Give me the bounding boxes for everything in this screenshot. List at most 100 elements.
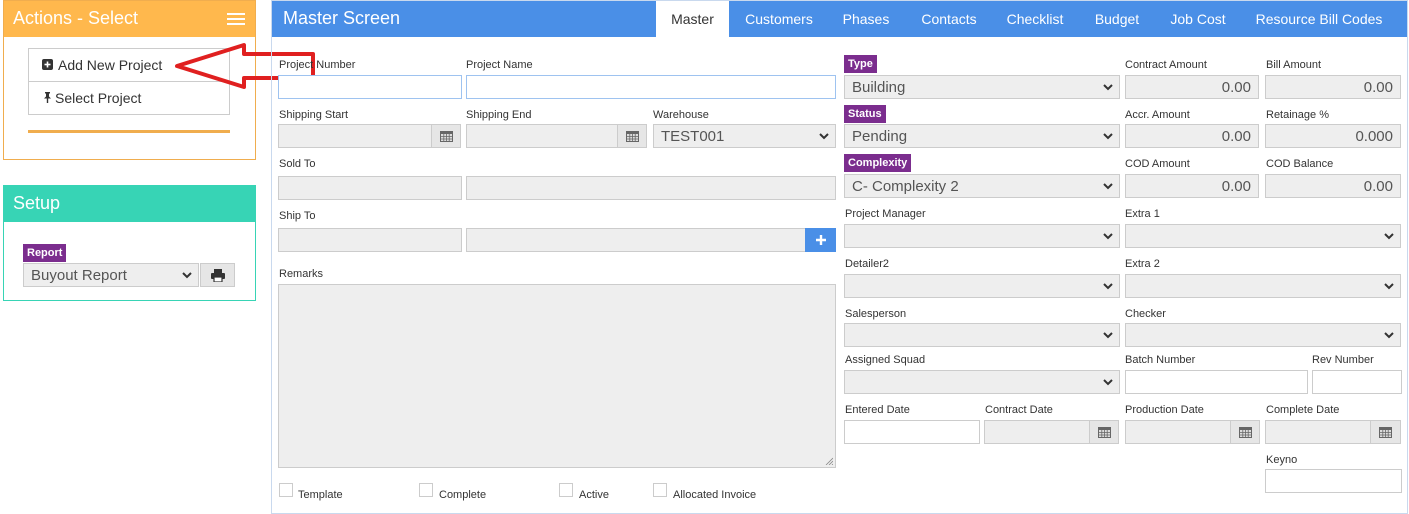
divider bbox=[28, 130, 230, 133]
complexity-select[interactable]: C- Complexity 2 bbox=[844, 174, 1120, 198]
chevron-down-icon bbox=[1103, 283, 1113, 290]
active-checkbox[interactable] bbox=[559, 483, 573, 497]
project-name-input[interactable] bbox=[466, 75, 836, 99]
plus-square-icon bbox=[42, 59, 53, 70]
complete-date-input[interactable] bbox=[1265, 420, 1371, 444]
project-name-label: Project Name bbox=[466, 59, 533, 71]
contract-date-label: Contract Date bbox=[985, 404, 1053, 416]
tab-phases[interactable]: Phases bbox=[830, 1, 902, 37]
warehouse-value: TEST001 bbox=[661, 128, 725, 145]
status-select[interactable]: Pending bbox=[844, 124, 1120, 148]
extra1-label: Extra 1 bbox=[1125, 208, 1160, 220]
calendar-icon bbox=[626, 131, 639, 142]
bill-amount-label: Bill Amount bbox=[1266, 59, 1322, 71]
add-ship-to-button[interactable] bbox=[805, 228, 836, 252]
sold-to-name-input[interactable] bbox=[466, 176, 836, 200]
warehouse-label: Warehouse bbox=[653, 109, 709, 121]
pushpin-icon bbox=[44, 92, 51, 103]
salesperson-select[interactable] bbox=[844, 323, 1120, 347]
master-title: Master Screen bbox=[283, 8, 401, 28]
setup-header: Setup bbox=[4, 186, 255, 222]
shipping-end-label: Shipping End bbox=[466, 109, 532, 121]
template-checkbox[interactable] bbox=[279, 483, 293, 497]
printer-icon bbox=[211, 269, 225, 282]
contract-amount-input[interactable]: 0.00 bbox=[1125, 75, 1259, 99]
contract-date-calendar-button[interactable] bbox=[1089, 420, 1119, 444]
assigned-squad-select[interactable] bbox=[844, 370, 1120, 394]
complete-label: Complete bbox=[439, 489, 487, 501]
tab-customers[interactable]: Customers bbox=[734, 1, 824, 37]
tab-budget[interactable]: Budget bbox=[1084, 1, 1150, 37]
cod-amount-input[interactable]: 0.00 bbox=[1125, 174, 1259, 198]
shipping-start-calendar-button[interactable] bbox=[431, 124, 461, 148]
bill-amount-value: 0.00 bbox=[1363, 79, 1393, 96]
select-project-label: Select Project bbox=[55, 90, 142, 106]
cod-balance-input[interactable]: 0.00 bbox=[1265, 174, 1401, 198]
report-select[interactable]: Buyout Report bbox=[23, 263, 199, 287]
tab-master[interactable]: Master bbox=[656, 1, 729, 37]
tab-checklist[interactable]: Checklist bbox=[994, 1, 1076, 37]
warehouse-select[interactable]: TEST001 bbox=[653, 124, 836, 148]
extra1-select[interactable] bbox=[1125, 224, 1401, 248]
tab-job-cost[interactable]: Job Cost bbox=[1160, 1, 1236, 37]
accr-amount-label: Accr. Amount bbox=[1125, 109, 1190, 121]
type-select[interactable]: Building bbox=[844, 75, 1120, 99]
ship-to-code-input[interactable] bbox=[278, 228, 462, 252]
ship-to-label: Ship To bbox=[279, 210, 316, 222]
retainage-label: Retainage % bbox=[1266, 109, 1329, 121]
detailer2-label: Detailer2 bbox=[845, 258, 890, 270]
project-number-label: Project Number bbox=[279, 59, 356, 71]
contract-amount-label: Contract Amount bbox=[1125, 59, 1207, 71]
production-date-calendar-button[interactable] bbox=[1230, 420, 1260, 444]
retainage-input[interactable]: 0.000 bbox=[1265, 124, 1401, 148]
tab-contacts[interactable]: Contacts bbox=[910, 1, 988, 37]
allocated-invoice-checkbox[interactable] bbox=[653, 483, 667, 497]
bill-amount-input[interactable]: 0.00 bbox=[1265, 75, 1401, 99]
complexity-tag: Complexity bbox=[844, 154, 912, 172]
batch-number-input[interactable] bbox=[1125, 370, 1308, 394]
production-date-input[interactable] bbox=[1125, 420, 1231, 444]
rev-number-input[interactable] bbox=[1312, 370, 1402, 394]
allocated-invoice-label: Allocated Invoice bbox=[673, 489, 757, 501]
batch-number-label: Batch Number bbox=[1125, 354, 1196, 366]
rev-number-label: Rev Number bbox=[1312, 354, 1374, 366]
keyno-label: Keyno bbox=[1266, 454, 1298, 466]
shipping-end-calendar-button[interactable] bbox=[617, 124, 647, 148]
plus-icon bbox=[816, 235, 826, 245]
shipping-start-input[interactable] bbox=[278, 124, 432, 148]
accr-amount-input[interactable]: 0.00 bbox=[1125, 124, 1259, 148]
accr-amount-value: 0.00 bbox=[1221, 128, 1251, 145]
contract-date-input[interactable] bbox=[984, 420, 1090, 444]
sold-to-code-input[interactable] bbox=[278, 176, 462, 200]
detailer2-select[interactable] bbox=[844, 274, 1120, 298]
extra2-select[interactable] bbox=[1125, 274, 1401, 298]
complete-date-calendar-button[interactable] bbox=[1370, 420, 1401, 444]
chevron-down-icon bbox=[819, 133, 829, 140]
shipping-end-input[interactable] bbox=[466, 124, 618, 148]
entered-date-input[interactable] bbox=[844, 420, 980, 444]
tab-resource-bill-codes[interactable]: Resource Bill Codes bbox=[1246, 1, 1392, 37]
print-button[interactable] bbox=[200, 263, 235, 287]
cod-amount-value: 0.00 bbox=[1221, 178, 1251, 195]
checker-select[interactable] bbox=[1125, 323, 1401, 347]
ship-to-name-input[interactable] bbox=[466, 228, 806, 252]
project-number-input[interactable] bbox=[278, 75, 462, 99]
cod-amount-label: COD Amount bbox=[1125, 158, 1190, 170]
remarks-label: Remarks bbox=[279, 268, 324, 280]
extra2-label: Extra 2 bbox=[1125, 258, 1160, 270]
master-header: Master Screen Master Customers Phases Co… bbox=[272, 1, 1407, 37]
contract-amount-value: 0.00 bbox=[1221, 79, 1251, 96]
assigned-squad-label: Assigned Squad bbox=[845, 354, 926, 366]
chevron-down-icon bbox=[1384, 283, 1394, 290]
hamburger-icon[interactable] bbox=[227, 13, 245, 25]
salesperson-label: Salesperson bbox=[845, 308, 907, 320]
keyno-input[interactable] bbox=[1265, 469, 1402, 493]
complete-checkbox[interactable] bbox=[419, 483, 433, 497]
setup-title: Setup bbox=[13, 193, 61, 213]
complexity-value: C- Complexity 2 bbox=[852, 178, 959, 195]
remarks-textarea[interactable] bbox=[278, 284, 836, 468]
resize-handle-icon[interactable] bbox=[825, 457, 833, 465]
project-manager-select[interactable] bbox=[844, 224, 1120, 248]
cod-balance-value: 0.00 bbox=[1363, 178, 1393, 195]
chevron-down-icon bbox=[1103, 183, 1113, 190]
